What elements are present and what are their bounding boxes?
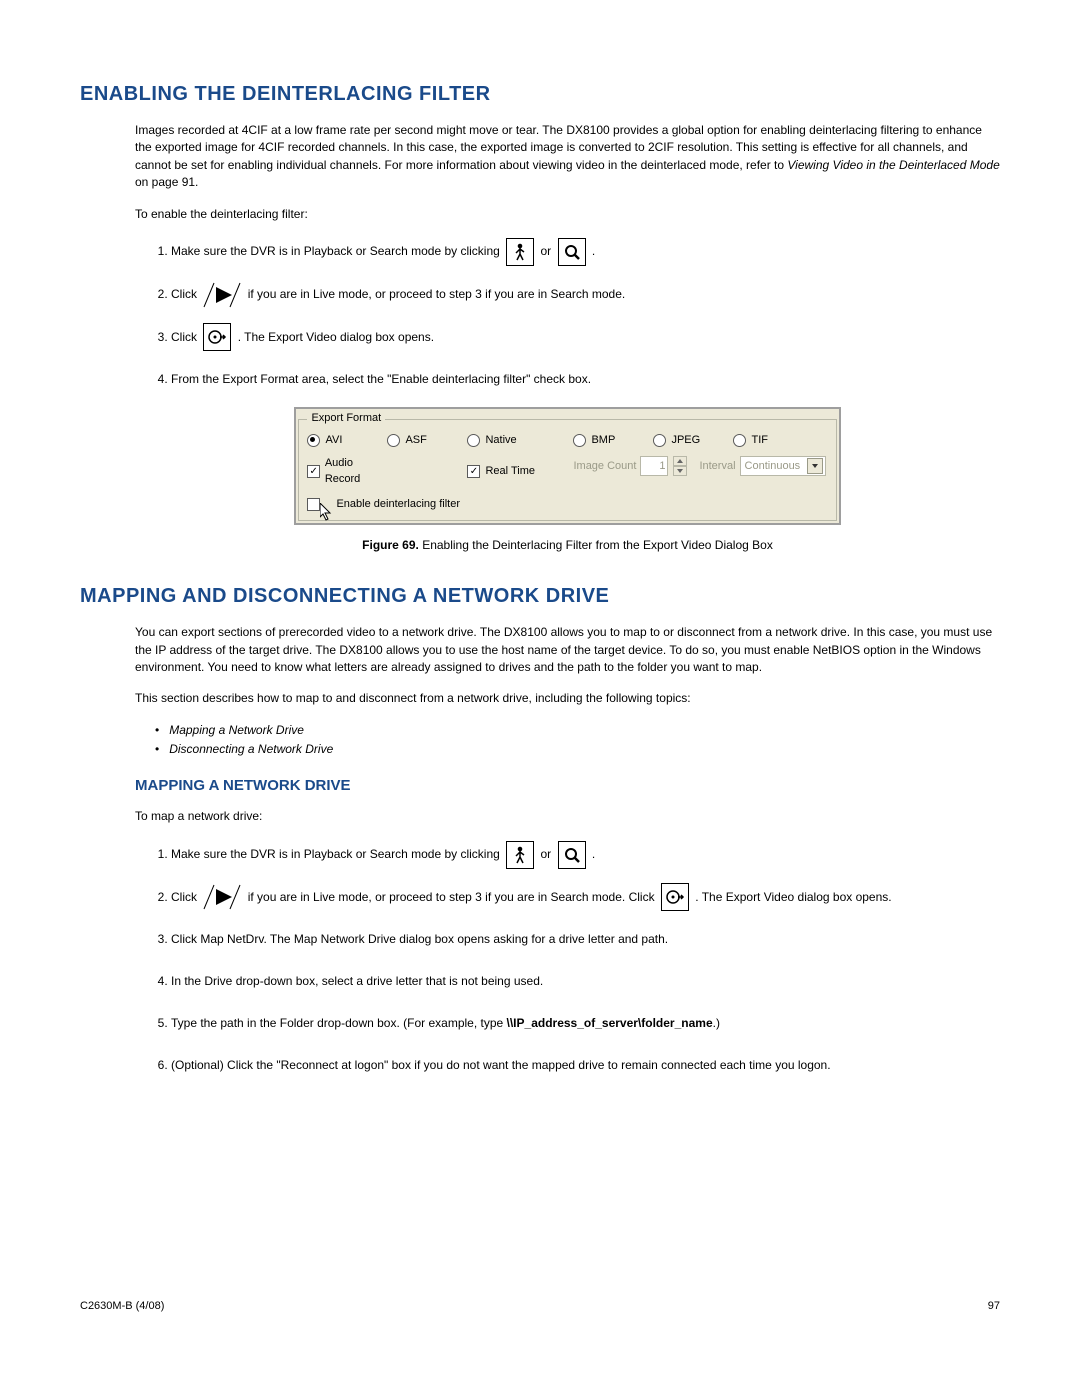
check-audio-label: Audio Record [325,456,388,487]
footer-right: 97 [988,1299,1000,1314]
deint-step-1: Make sure the DVR is in Playback or Sear… [171,237,1000,266]
interval-select[interactable]: Continuous [740,456,826,476]
heading-mapping-drive: MAPPING A NETWORK DRIVE [135,775,1000,796]
spinner-up-icon[interactable] [673,456,687,466]
export-format-panel: Export Format AVI ASF Native Audio Recor… [294,407,840,525]
image-count-label: Image Count [573,459,636,474]
image-count-field[interactable]: 1 [640,456,668,476]
interval-value: Continuous [745,459,801,474]
radio-native[interactable]: Native [467,433,547,448]
image-count-spinner[interactable] [673,456,687,476]
check-audio[interactable]: Audio Record [307,456,387,487]
map-step1-or: or [540,847,554,861]
spinner-down-icon[interactable] [673,466,687,476]
chevron-down-icon [807,458,823,474]
map-step2-text-a: Click [171,890,200,904]
deint-intro: Images recorded at 4CIF at a low frame r… [135,122,1000,192]
topic-mapping: Mapping a Network Drive [155,722,1000,739]
map-step5-path: \\IP_address_of_server\folder_name [507,1016,713,1030]
deint-step1-text-b: . [592,244,595,258]
heading-mapping: MAPPING AND DISCONNECTING A NETWORK DRIV… [80,582,1000,610]
map-lead: To map a network drive: [135,808,1000,825]
radio-jpeg-label: JPEG [671,433,700,448]
figure-caption-text: Enabling the Deinterlacing Filter from t… [419,538,773,552]
deint-step3-text-b: . The Export Video dialog box opens. [238,330,434,344]
radio-native-label: Native [485,433,516,448]
map-step5-text-c: .) [713,1016,720,1030]
deint-step1-text-a: Make sure the DVR is in Playback or Sear… [171,244,503,258]
deint-lead: To enable the deinterlacing filter: [135,206,1000,223]
heading-deinterlacing: ENABLING THE DEINTERLACING FILTER [80,80,1000,108]
radio-asf[interactable]: ASF [387,433,467,448]
map-step5-text-a: Type the path in the Folder drop-down bo… [171,1016,507,1030]
figure-caption: Figure 69. Enabling the Deinterlacing Fi… [135,537,1000,554]
deint-step2-text-a: Click [171,287,200,301]
check-deinterlacing-label: Enable deinterlacing filter [336,497,460,512]
map-step2-text-b: if you are in Live mode, or proceed to s… [248,890,658,904]
deint-step-3: Click . The Export Video dialog box open… [171,323,1000,352]
radio-bmp-label: BMP [591,433,615,448]
map-sub: This section describes how to map to and… [135,690,1000,707]
map-step1-text-a: Make sure the DVR is in Playback or Sear… [171,847,503,861]
map-step2-text-c: . The Export Video dialog box opens. [695,890,891,904]
map-step-5: Type the path in the Folder drop-down bo… [171,1009,1000,1037]
play-slash-icon[interactable] [202,281,242,309]
deint-step3-text-a: Click [171,330,200,344]
deint-step2-text-b: if you are in Live mode, or proceed to s… [248,287,626,301]
map-step-3: Click Map NetDrv. The Map Network Drive … [171,925,1000,953]
playback-walk-icon[interactable] [506,238,534,266]
check-deinterlacing[interactable] [307,498,320,511]
deint-step-4: From the Export Format area, select the … [171,365,1000,393]
radio-jpeg[interactable]: JPEG [653,433,733,448]
play-slash-icon[interactable] [202,883,242,911]
search-magnifier-icon[interactable] [558,841,586,869]
radio-tif[interactable]: TIF [733,433,793,448]
deint-step1-or: or [540,244,554,258]
map-step-4: In the Drive drop-down box, select a dri… [171,967,1000,995]
radio-bmp[interactable]: BMP [573,433,653,448]
export-disc-icon[interactable] [203,323,231,351]
map-step-6: (Optional) Click the "Reconnect at logon… [171,1051,1000,1079]
radio-tif-label: TIF [751,433,768,448]
figure-label: Figure 69. [362,538,419,552]
radio-asf-label: ASF [405,433,426,448]
radio-avi-label: AVI [325,433,342,448]
map-step1-text-b: . [592,847,595,861]
footer-left: C2630M-B (4/08) [80,1299,164,1314]
check-realtime[interactable]: Real Time [467,456,547,487]
deint-intro-b: on page 91. [135,175,198,189]
export-disc-icon[interactable] [661,883,689,911]
map-intro: You can export sections of prerecorded v… [135,624,1000,676]
interval-label: Interval [699,459,735,474]
deint-step-2: Click if you are in Live mode, or procee… [171,280,1000,309]
check-realtime-label: Real Time [485,464,535,479]
playback-walk-icon[interactable] [506,841,534,869]
map-step-1: Make sure the DVR is in Playback or Sear… [171,840,1000,869]
export-format-legend: Export Format [307,411,385,426]
radio-avi[interactable]: AVI [307,433,387,448]
deint-intro-ref: Viewing Video in the Deinterlaced Mode [787,158,999,172]
map-step-2: Click if you are in Live mode, or procee… [171,883,1000,912]
image-count-value: 1 [643,459,665,474]
topic-disconnecting: Disconnecting a Network Drive [155,741,1000,758]
search-magnifier-icon[interactable] [558,238,586,266]
